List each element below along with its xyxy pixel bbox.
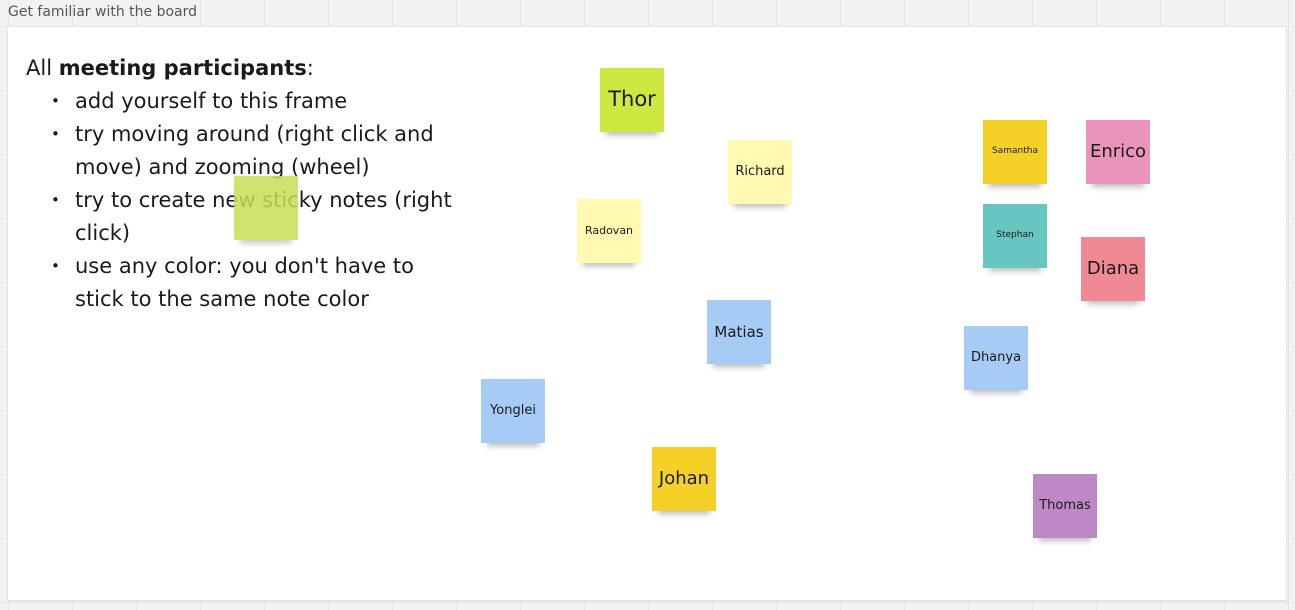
sticky-note-label: Enrico [1089, 141, 1147, 163]
sticky-note-label: Stephan [996, 230, 1034, 241]
sticky-note-dhanya[interactable]: Dhanya [964, 326, 1028, 390]
sticky-note-label: Diana [1086, 258, 1140, 280]
sticky-note-matias[interactable]: Matias [707, 300, 771, 364]
sticky-note-label: Samantha [992, 146, 1038, 157]
intro-bold: meeting participants [58, 56, 307, 80]
sticky-note-label: Thor [608, 87, 656, 112]
sticky-note-label: Dhanya [970, 349, 1022, 365]
sticky-note-label: Yonglei [490, 402, 536, 418]
instruction-item: add yourself to this frame [51, 85, 456, 118]
intro-prefix: All [26, 56, 59, 80]
instructions-intro: All meeting participants: [26, 52, 456, 85]
sticky-note-diana[interactable]: Diana [1081, 237, 1145, 301]
intro-suffix: : [306, 56, 314, 80]
board-frame[interactable]: All meeting participants: add yourself t… [8, 27, 1286, 600]
sticky-note-thomas[interactable]: Thomas [1033, 474, 1097, 538]
sticky-note-radovan[interactable]: Radovan [577, 199, 641, 263]
sticky-note-stephan[interactable]: Stephan [983, 204, 1047, 268]
sticky-note-richard[interactable]: Richard [728, 140, 792, 204]
sticky-note-samantha[interactable]: Samantha [983, 120, 1047, 184]
sticky-note-enrico[interactable]: Enrico [1086, 120, 1150, 184]
sticky-note-label: Thomas [1039, 497, 1091, 513]
sticky-note-label: Richard [735, 163, 785, 179]
sticky-note-blank[interactable] [234, 176, 298, 240]
sticky-note-label: Matias [714, 322, 764, 341]
sticky-note-thor[interactable]: Thor [600, 68, 664, 132]
sticky-note-johan[interactable]: Johan [652, 447, 716, 511]
sticky-note-yonglei[interactable]: Yonglei [481, 379, 545, 443]
sticky-note-label: Johan [658, 468, 710, 490]
instruction-item: try moving around (right click and move)… [51, 118, 456, 184]
frame-title[interactable]: Get familiar with the board [8, 4, 197, 20]
instruction-item: use any color: you don't have to stick t… [51, 250, 456, 316]
sticky-note-label: Radovan [584, 223, 634, 237]
